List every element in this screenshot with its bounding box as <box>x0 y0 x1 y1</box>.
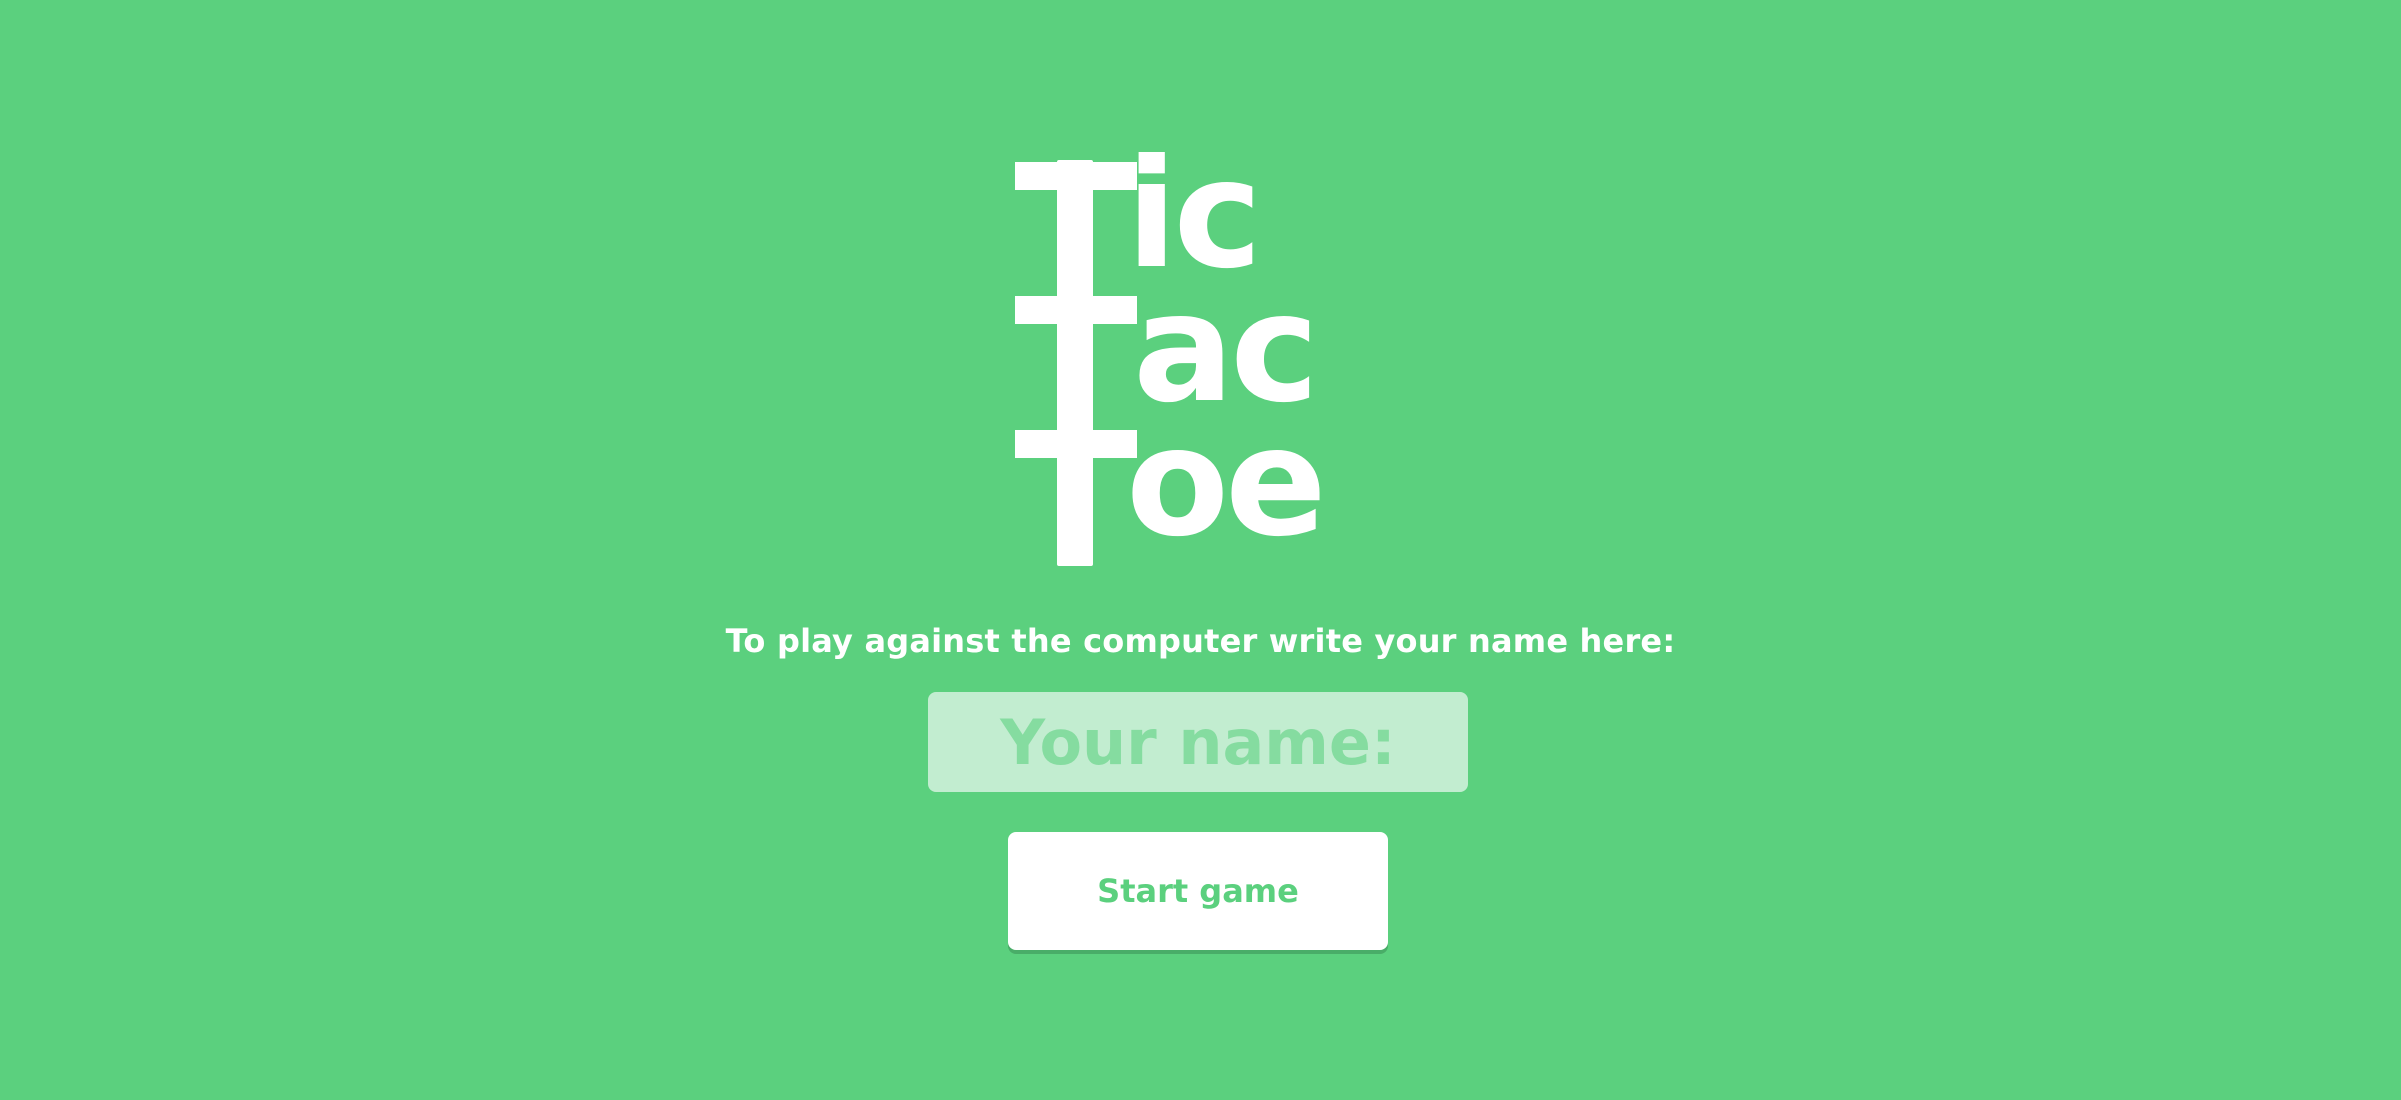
tic-tac-toe-logo: ic ac oe <box>1015 140 1375 570</box>
logo-horizontal-bar-bottom <box>1015 430 1137 458</box>
logo-horizontal-bar-middle <box>1015 296 1137 324</box>
name-prompt: To play against the computer write your … <box>725 622 1676 660</box>
start-game-button[interactable]: Start game <box>1008 832 1388 950</box>
logo-word-toe: oe <box>1126 396 1327 570</box>
logo-vertical-bar <box>1057 160 1093 566</box>
logo-horizontal-bar-top <box>1015 162 1137 190</box>
player-name-input[interactable] <box>928 692 1468 792</box>
